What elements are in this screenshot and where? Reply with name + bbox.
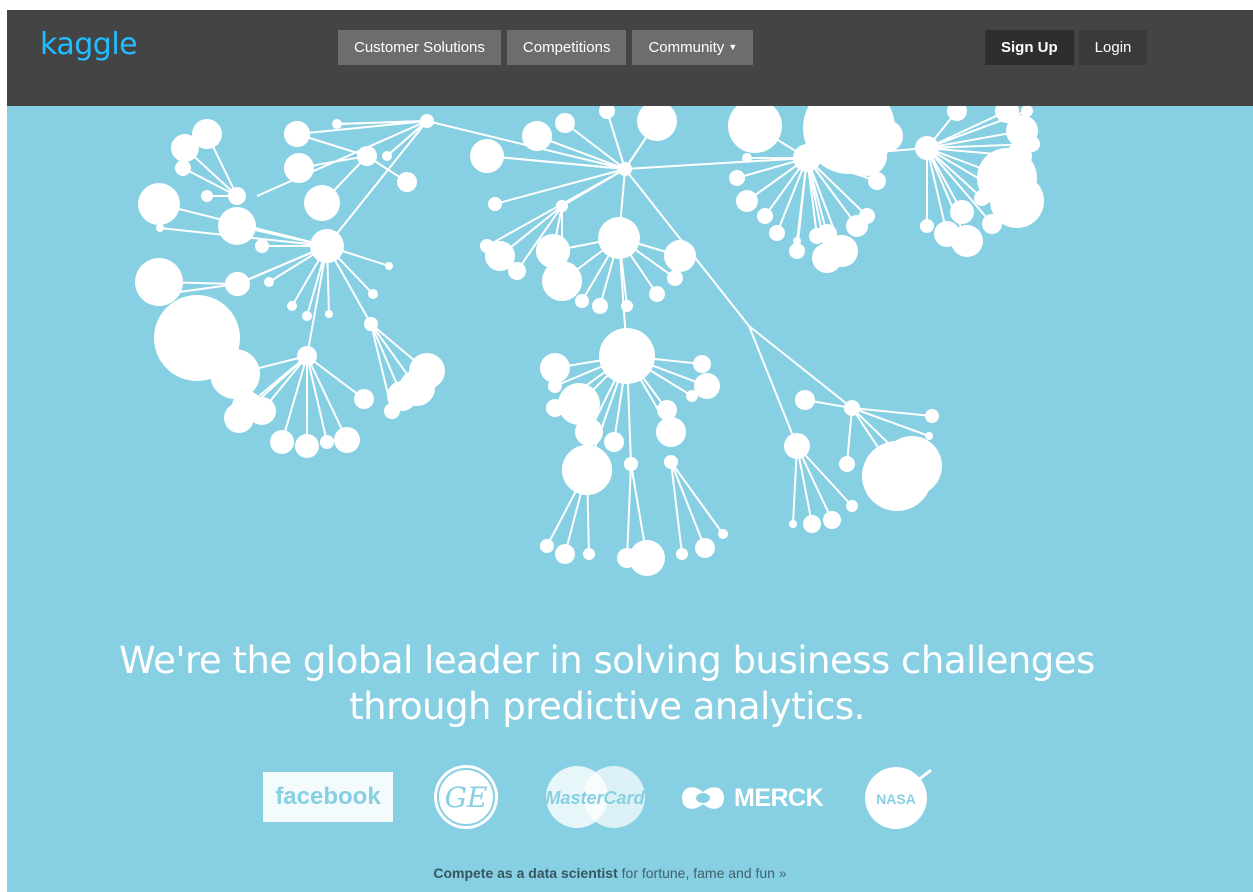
compete-link-strong: Compete as a data scientist	[433, 865, 618, 881]
nav-competitions-label: Competitions	[522, 39, 611, 56]
nasa-logo: NASA	[863, 764, 933, 830]
nav-competitions[interactable]: Competitions	[506, 30, 627, 65]
mastercard-logo-text: MasterCard	[545, 788, 645, 808]
ge-logo-text: GE	[445, 781, 488, 814]
main-nav: Customer Solutions Competitions Communit…	[338, 30, 759, 65]
login-button[interactable]: Login	[1078, 30, 1148, 65]
customer-logos: facebook GE MasterCard MERCK NASA	[7, 762, 1253, 834]
merck-logo-text: MERCK	[734, 784, 824, 812]
nav-community[interactable]: Community ▼	[632, 30, 754, 65]
network-graphic	[135, 106, 1044, 576]
sign-up-button[interactable]: Sign Up	[985, 30, 1074, 65]
hero-headline-line2: through predictive analytics.	[349, 685, 865, 728]
auth-buttons: Sign Up Login	[985, 30, 1152, 65]
merck-logo: MERCK	[678, 780, 828, 816]
compete-link-rest: for fortune, fame and fun »	[617, 865, 787, 881]
nav-community-label: Community	[648, 39, 725, 56]
nasa-logo-text: NASA	[876, 791, 916, 807]
nav-customer-solutions[interactable]: Customer Solutions	[338, 30, 501, 65]
kaggle-logo[interactable]: kaggle	[40, 27, 138, 62]
compete-link[interactable]: Compete as a data scientist for fortune,…	[7, 865, 1213, 881]
facebook-logo: facebook	[263, 772, 393, 822]
hero-headline-line1: We're the global leader in solving busin…	[119, 639, 1095, 682]
nav-customer-solutions-label: Customer Solutions	[354, 39, 485, 56]
top-nav-bar: kaggle Customer Solutions Competitions C…	[7, 10, 1253, 106]
ge-logo: GE	[433, 764, 499, 830]
mastercard-logo: MasterCard	[543, 765, 648, 829]
page-frame: kaggle Customer Solutions Competitions C…	[7, 10, 1253, 892]
hero-headline: We're the global leader in solving busin…	[7, 638, 1207, 730]
caret-down-icon: ▼	[728, 42, 738, 52]
